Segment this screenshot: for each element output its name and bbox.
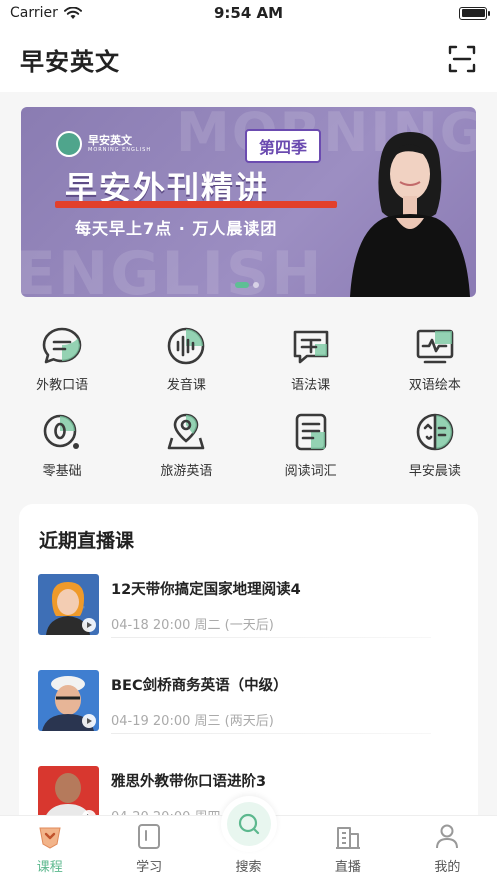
search-bubble[interactable]	[220, 796, 277, 852]
tab-live[interactable]: 直播	[298, 816, 397, 883]
tab-study[interactable]: 学习	[99, 816, 198, 883]
category-label: 语法课	[291, 378, 331, 393]
search-icon	[238, 813, 259, 835]
brand-logo-icon	[56, 131, 82, 157]
course-divider	[111, 733, 431, 734]
course-thumbnail	[38, 670, 99, 731]
live-courses-card: 近期直播课 Le 12天带你搞定国家地理阅读4 04-18 20:00 周二 (…	[19, 504, 478, 834]
course-divider	[111, 637, 431, 638]
tab-search[interactable]: 搜索	[199, 796, 298, 883]
tab-label: 课程	[36, 860, 63, 875]
carrier-label: Carrier	[10, 5, 58, 21]
play-icon	[82, 618, 96, 632]
battery-icon	[459, 6, 490, 20]
banner-dot[interactable]	[235, 282, 249, 288]
picture-book-icon	[416, 329, 454, 364]
banner-brand-sub: MORNING ENGLISH	[88, 147, 152, 153]
sound-wave-icon	[168, 327, 205, 365]
course-time: 04-19 20:00 周三 (两天后)	[111, 714, 274, 729]
banner-underline	[55, 201, 337, 208]
chat-bubble-icon	[42, 327, 82, 364]
tab-label: 我的	[434, 860, 461, 875]
tab-label: 学习	[136, 860, 163, 875]
category-zero-basics[interactable]: 零基础	[0, 406, 124, 480]
category-label: 外教口语	[36, 378, 89, 393]
scan-button[interactable]	[447, 44, 477, 74]
category-grammar[interactable]: 语法课	[249, 320, 373, 406]
category-morning-reading[interactable]: 早安晨读	[373, 406, 497, 480]
tab-profile[interactable]: 我的	[398, 816, 497, 883]
app-title: 早安英文	[20, 47, 120, 76]
category-reading[interactable]: 阅读词汇	[249, 406, 373, 480]
category-picture-book[interactable]: 双语绘本	[373, 320, 497, 406]
zero-basics-icon	[43, 414, 80, 449]
status-left: Carrier	[10, 5, 82, 21]
category-label: 阅读词汇	[284, 464, 337, 479]
grammar-doc-icon	[293, 330, 328, 364]
banner-watermark-bottom: ENGLISH	[21, 239, 324, 297]
header: 早安英文	[0, 26, 497, 92]
reading-book-icon	[295, 413, 326, 451]
course-time: 04-18 20:00 周二 (一天后)	[111, 618, 274, 633]
category-travel[interactable]: 旅游英语	[124, 406, 248, 480]
banner-pagination[interactable]	[235, 282, 259, 288]
status-bar: Carrier 9:54 AM	[0, 0, 497, 26]
category-label: 零基础	[42, 464, 82, 479]
category-speaking[interactable]: 外教口语	[0, 320, 124, 406]
banner-person-image	[350, 132, 470, 297]
morning-reading-icon	[416, 413, 454, 451]
category-label: 旅游英语	[160, 464, 213, 479]
course-title: 雅思外教带你口语进阶3	[111, 774, 267, 790]
live-section-title: 近期直播课	[39, 530, 135, 552]
banner-brand: 早安英文 MORNING ENGLISH	[56, 131, 151, 157]
scan-icon	[448, 45, 476, 73]
banner-dot[interactable]	[253, 282, 259, 288]
course-item[interactable]: BEC剑桥商务英语（中级） 04-19 20:00 周三 (两天后)	[38, 670, 458, 750]
study-icon	[138, 824, 161, 849]
banner-subtitle: 每天早上7点 · 万人晨读团	[75, 219, 278, 238]
course-title: BEC剑桥商务英语（中级）	[111, 678, 288, 694]
category-label: 早安晨读	[408, 464, 461, 479]
tab-label: 直播	[334, 860, 361, 875]
course-icon	[39, 827, 61, 849]
play-icon	[82, 714, 96, 728]
tab-course[interactable]: 课程	[0, 816, 99, 883]
category-label: 发音课	[166, 378, 206, 393]
category-pronunciation[interactable]: 发音课	[124, 320, 248, 406]
tab-label: 搜索	[235, 860, 262, 875]
category-grid: 外教口语 发音课 语法课 双语绘本 零基础 旅游英语 阅读词汇 早安晨读	[0, 320, 497, 480]
course-thumbnail: Le	[38, 574, 99, 635]
banner-brand-name: 早安英文	[88, 134, 132, 147]
live-icon	[335, 827, 360, 849]
wifi-icon	[63, 6, 82, 19]
season-tag: 第四季	[245, 129, 322, 163]
tab-bar: 课程 学习 搜索 直播 我的	[0, 796, 497, 883]
course-item[interactable]: Le 12天带你搞定国家地理阅读4 04-18 20:00 周二 (一天后)	[38, 574, 458, 654]
profile-icon	[436, 824, 459, 849]
travel-location-icon	[168, 413, 205, 450]
course-title: 12天带你搞定国家地理阅读4	[111, 582, 301, 598]
promo-banner[interactable]: MORNING ENGLISH 早安英文 MORNING ENGLISH 第四季…	[21, 107, 476, 297]
category-label: 双语绘本	[408, 378, 461, 393]
